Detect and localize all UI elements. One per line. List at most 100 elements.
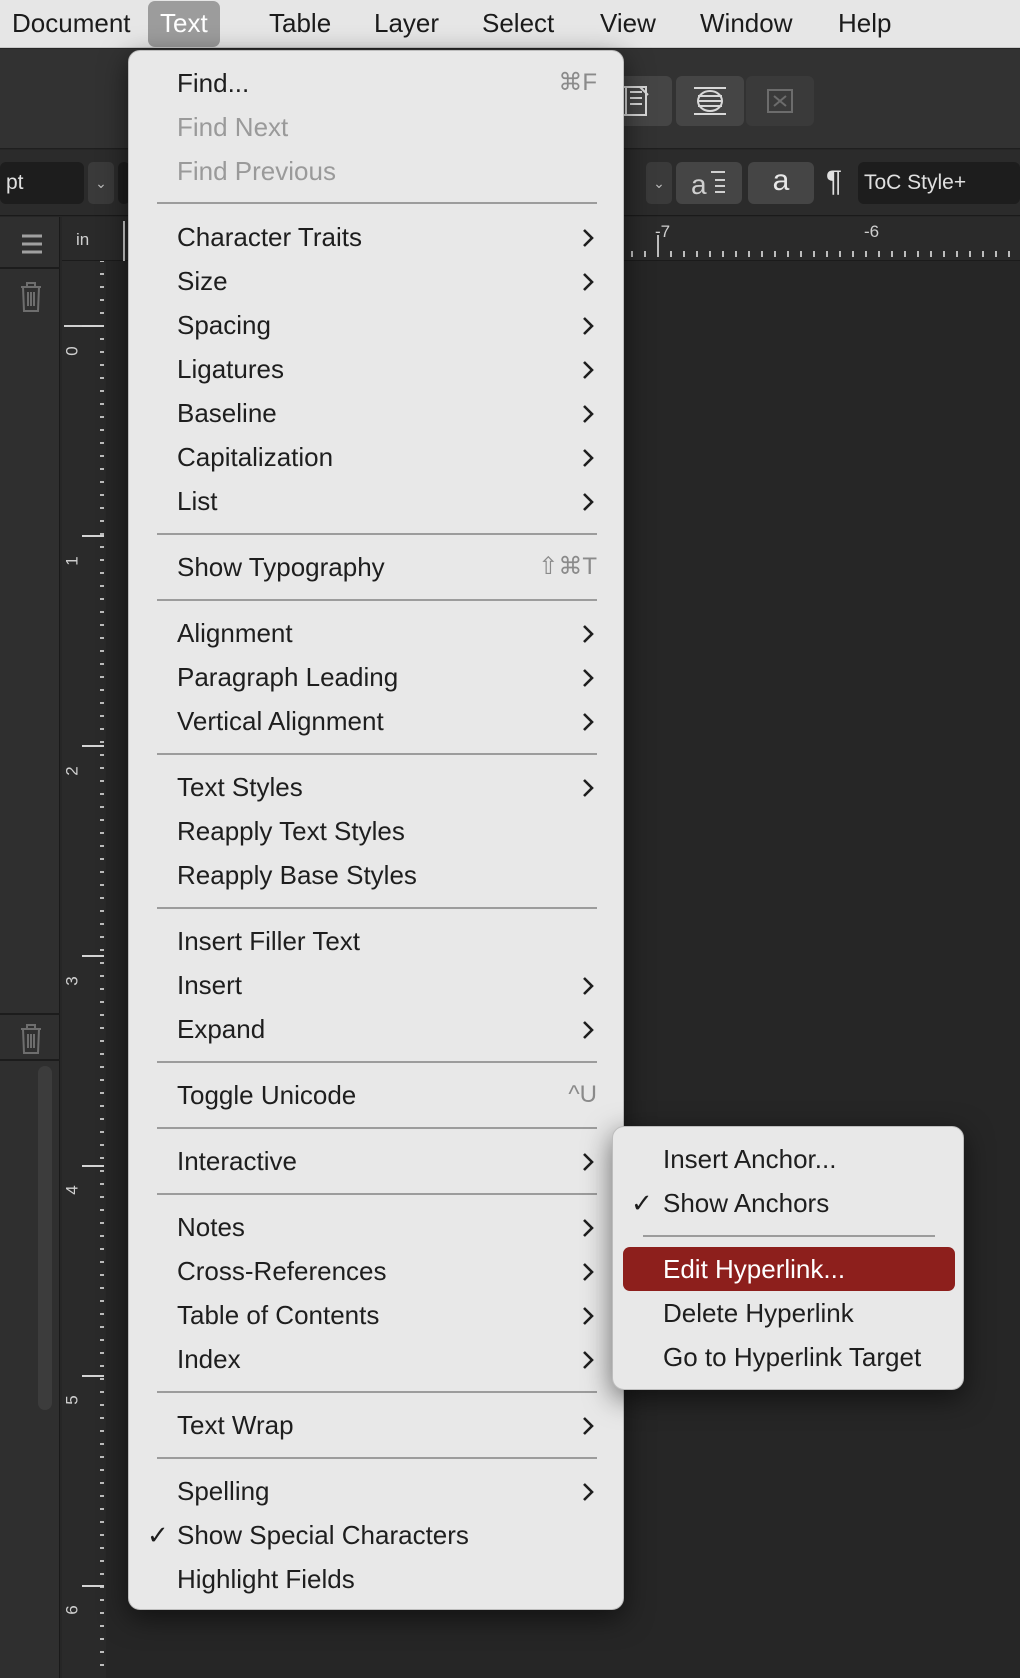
- menu-item-notes[interactable]: Notes: [129, 1205, 625, 1249]
- menu-item-reapply-text-styles[interactable]: Reapply Text Styles: [129, 809, 625, 853]
- menu-item-label: Find Previous: [177, 156, 336, 186]
- menu-separator: [157, 1127, 597, 1129]
- menu-item-list[interactable]: List: [129, 479, 625, 523]
- text-style-field[interactable]: ToC Style+: [858, 162, 1020, 204]
- menu-select[interactable]: Select: [470, 0, 566, 48]
- chevron-down-icon[interactable]: ⌄: [646, 162, 672, 204]
- chevron-right-icon: [583, 1263, 594, 1281]
- ruler-label: 6: [62, 1605, 82, 1615]
- menu-table[interactable]: Table: [257, 0, 343, 48]
- menu-item-label: Expand: [177, 1014, 266, 1044]
- menu-item-ligatures[interactable]: Ligatures: [129, 347, 625, 391]
- menu-item-reapply-base-styles[interactable]: Reapply Base Styles: [129, 853, 625, 897]
- menu-item-interactive[interactable]: Interactive: [129, 1139, 625, 1183]
- menu-item-alignment[interactable]: Alignment: [129, 611, 625, 655]
- chevron-right-icon: [583, 493, 594, 511]
- menu-layer[interactable]: Layer: [362, 0, 451, 48]
- submenu-item-delete-hyperlink[interactable]: Delete Hyperlink: [623, 1291, 955, 1335]
- chevron-right-icon: [583, 625, 594, 643]
- menu-document[interactable]: Document: [0, 0, 143, 48]
- trash-icon[interactable]: [18, 281, 44, 313]
- menu-item-find-previous: Find Previous: [129, 149, 625, 193]
- menu-item-label: Capitalization: [177, 442, 334, 472]
- picture-frame-button[interactable]: [746, 76, 814, 126]
- submenu-item-go-to-hyperlink-target[interactable]: Go to Hyperlink Target: [623, 1335, 955, 1379]
- menu-item-index[interactable]: Index: [129, 1337, 625, 1381]
- menu-item-find[interactable]: Find... ⌘F: [129, 61, 625, 105]
- menu-item-spelling[interactable]: Spelling: [129, 1469, 625, 1513]
- ruler-label: -6: [864, 222, 880, 241]
- menu-item-table-of-contents[interactable]: Table of Contents: [129, 1293, 625, 1337]
- chevron-right-icon: [583, 273, 594, 291]
- panel-scrollbar[interactable]: [38, 1066, 52, 1410]
- menu-item-insert-filler-text[interactable]: Insert Filler Text: [129, 919, 625, 963]
- menu-item-baseline[interactable]: Baseline: [129, 391, 625, 435]
- ruler-label: 0: [62, 346, 82, 356]
- trash-icon[interactable]: [18, 1023, 44, 1055]
- chevron-right-icon: [583, 713, 594, 731]
- menu-separator: [157, 907, 597, 909]
- menu-item-label: Notes: [177, 1212, 245, 1242]
- menu-separator: [157, 1457, 597, 1459]
- menu-item-show-typography[interactable]: Show Typography ⇧⌘T: [129, 545, 625, 589]
- menu-item-vertical-alignment[interactable]: Vertical Alignment: [129, 699, 625, 743]
- text-menu: Find... ⌘F Find Next Find Previous Chara…: [128, 50, 624, 1610]
- menu-window[interactable]: Window: [688, 0, 804, 48]
- menu-item-spacing[interactable]: Spacing: [129, 303, 625, 347]
- shortcut-label: ^U: [568, 1081, 597, 1108]
- menu-item-label: Character Traits: [177, 222, 362, 252]
- menu-item-show-special-characters[interactable]: ✓ Show Special Characters: [129, 1513, 625, 1557]
- ruler-label: 4: [62, 1185, 82, 1195]
- vertical-ruler: [62, 261, 106, 1678]
- menu-item-capitalization[interactable]: Capitalization: [129, 435, 625, 479]
- menu-item-label: Text Wrap: [177, 1410, 294, 1440]
- menu-item-text-styles[interactable]: Text Styles: [129, 765, 625, 809]
- paragraph-icon[interactable]: ¶: [826, 162, 842, 202]
- menu-item-size[interactable]: Size: [129, 259, 625, 303]
- menu-item-label: Reapply Text Styles: [177, 816, 405, 846]
- chevron-down-icon[interactable]: ⌄: [88, 162, 114, 204]
- text-list-button[interactable]: a: [676, 162, 742, 204]
- menu-item-label: Table of Contents: [177, 1300, 380, 1330]
- chevron-right-icon: [583, 1417, 594, 1435]
- size-unit-field[interactable]: pt: [0, 162, 84, 204]
- menu-item-label: Text Styles: [177, 772, 303, 802]
- interactive-submenu: Insert Anchor... ✓ Show Anchors Edit Hyp…: [612, 1126, 964, 1390]
- menu-separator: [643, 1235, 935, 1237]
- menu-item-label: Highlight Fields: [177, 1564, 355, 1594]
- character-style-button[interactable]: a: [748, 162, 814, 204]
- menu-item-label: Show Typography: [177, 552, 385, 582]
- menu-item-text-wrap[interactable]: Text Wrap: [129, 1403, 625, 1447]
- menu-item-label: Show Special Characters: [177, 1520, 469, 1550]
- menu-item-highlight-fields[interactable]: Highlight Fields: [129, 1557, 625, 1601]
- ruler-unit-label: in: [76, 230, 90, 249]
- ruler-label: 5: [62, 1395, 82, 1405]
- menu-item-toggle-unicode[interactable]: Toggle Unicode ^U: [129, 1073, 625, 1117]
- menu-item-label: Interactive: [177, 1146, 297, 1176]
- menu-item-label: Alignment: [177, 618, 293, 648]
- chevron-right-icon: [583, 1153, 594, 1171]
- submenu-item-show-anchors[interactable]: ✓ Show Anchors: [623, 1181, 955, 1225]
- menu-item-character-traits[interactable]: Character Traits: [129, 215, 625, 259]
- menu-item-insert[interactable]: Insert: [129, 963, 625, 1007]
- menu-separator: [157, 202, 597, 204]
- svg-text:a: a: [691, 169, 707, 200]
- menu-text[interactable]: Text: [148, 1, 220, 47]
- menu-separator: [157, 1391, 597, 1393]
- menu-item-paragraph-leading[interactable]: Paragraph Leading: [129, 655, 625, 699]
- text-wrap-button[interactable]: [676, 76, 744, 126]
- menu-item-cross-references[interactable]: Cross-References: [129, 1249, 625, 1293]
- menu-help[interactable]: Help: [826, 0, 903, 48]
- hamburger-icon[interactable]: [20, 233, 44, 255]
- menu-item-label: Spacing: [177, 310, 271, 340]
- menu-item-expand[interactable]: Expand: [129, 1007, 625, 1051]
- checkmark-icon: ✓: [147, 1520, 169, 1550]
- submenu-item-insert-anchor[interactable]: Insert Anchor...: [623, 1137, 955, 1181]
- menu-item-label: Ligatures: [177, 354, 284, 384]
- menu-item-label: Toggle Unicode: [177, 1080, 357, 1110]
- submenu-item-edit-hyperlink[interactable]: Edit Hyperlink...: [623, 1247, 955, 1291]
- text-frame-icon: [621, 86, 649, 116]
- menu-item-label: Go to Hyperlink Target: [663, 1342, 922, 1372]
- menu-bar: Document Text Table Layer Select View Wi…: [0, 0, 1020, 48]
- menu-view[interactable]: View: [588, 0, 668, 48]
